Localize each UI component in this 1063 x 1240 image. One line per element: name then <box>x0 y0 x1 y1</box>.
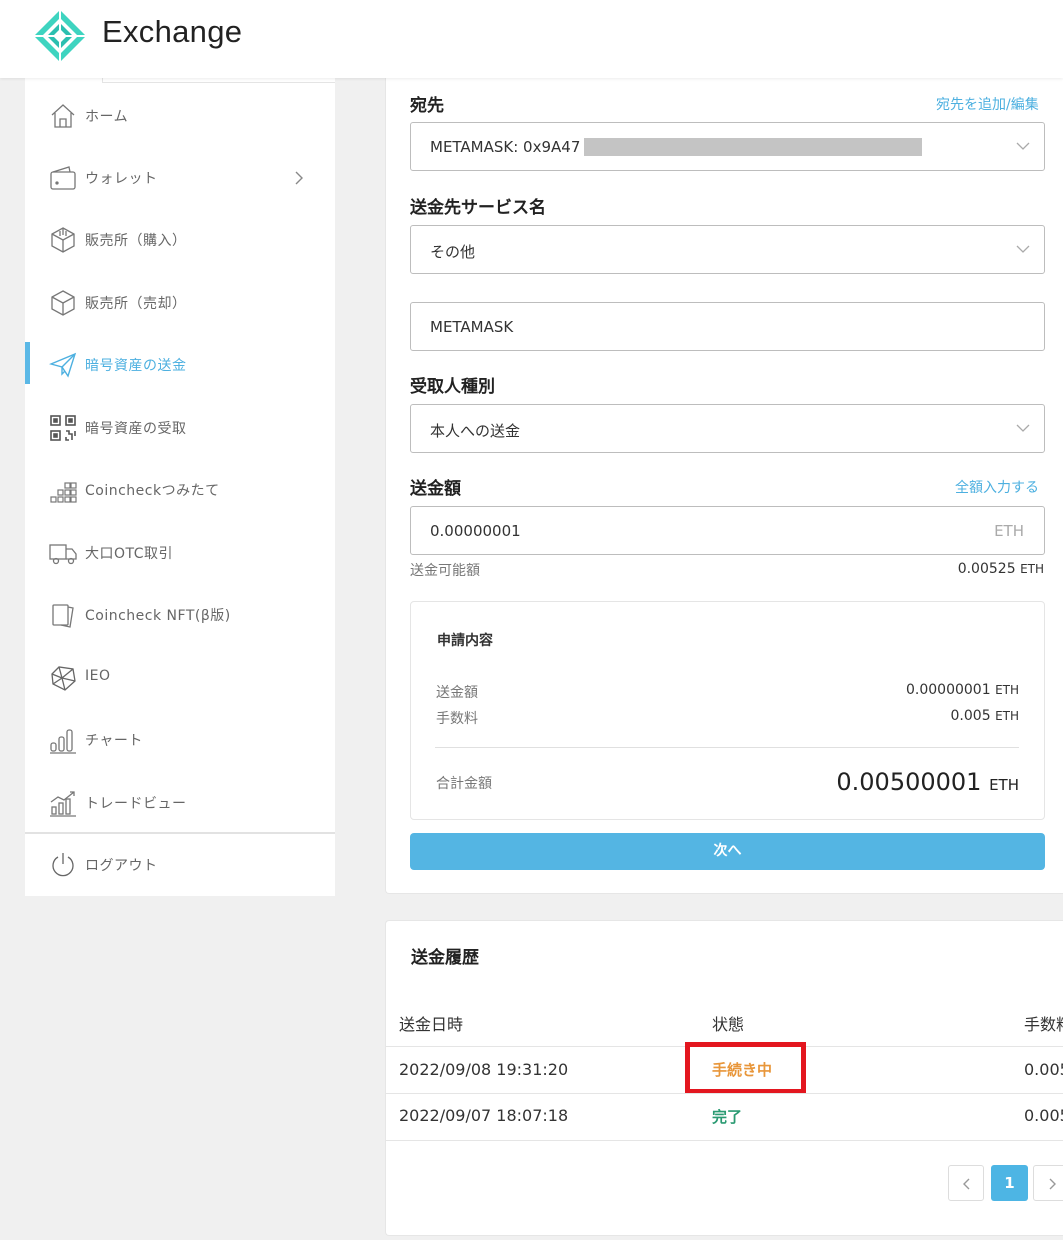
sidebar-item-home[interactable]: ホーム <box>25 91 335 141</box>
sidebar-item-tsumitate[interactable]: Coincheckつみたて <box>25 465 335 515</box>
summary-total-label: 合計金額 <box>436 776 492 792</box>
summary-amount-value: 0.00000001 ETH <box>905 682 1019 698</box>
summary-amount-label: 送金額 <box>436 685 478 701</box>
row-date: 2022/09/08 19:31:20 <box>399 1060 569 1079</box>
stacked-coins-icon <box>50 482 77 503</box>
summary-fee-value: 0.005 ETH <box>950 708 1019 724</box>
home-icon <box>51 104 75 128</box>
recipient-type-label: 受取人種別 <box>410 377 495 397</box>
summary-title: 申請内容 <box>437 633 493 649</box>
service-name-value: METAMASK <box>430 318 514 336</box>
amount-label: 送金額 <box>410 479 461 499</box>
row-date: 2022/09/07 18:07:18 <box>399 1106 569 1125</box>
sidebar-item-nft[interactable]: Coincheck NFT(β版) <box>25 590 335 640</box>
highlight-annotation <box>685 1042 806 1094</box>
sidebar-item-receive[interactable]: 暗号資産の受取 <box>25 403 335 453</box>
gem-icon <box>51 666 76 691</box>
qr-code-icon <box>50 415 76 441</box>
sidebar-item-label: トレードビュー <box>85 796 187 812</box>
pagination-prev-button[interactable] <box>948 1165 984 1201</box>
sidebar: ホーム ウォレット 販売所（購入） 販売所（売却） 暗号資産の送金 暗号資産の受… <box>25 78 335 896</box>
max-amount-link[interactable]: 全額入力する <box>955 477 1039 497</box>
row-fee: 0.005 <box>1024 1106 1063 1125</box>
column-header-date: 送金日時 <box>399 1015 464 1034</box>
sidebar-item-otc[interactable]: 大口OTC取引 <box>25 528 335 578</box>
sidebar-item-label: 販売所（売却） <box>85 296 187 312</box>
status-badge: 完了 <box>712 1108 743 1126</box>
row-divider <box>386 1140 1063 1141</box>
wallet-icon <box>50 166 76 190</box>
sidebar-item-label: 暗号資産の送金 <box>85 358 187 374</box>
chevron-right-icon <box>1049 1178 1056 1190</box>
amount-input[interactable]: 0.00000001 ETH <box>410 506 1045 555</box>
recipient-type-select[interactable]: 本人への送金 <box>410 404 1045 453</box>
sidebar-item-label: 大口OTC取引 <box>85 546 174 562</box>
brand-name: Exchange <box>102 14 243 49</box>
available-label: 送金可能額 <box>410 563 480 579</box>
bar-chart-icon <box>50 729 76 754</box>
column-header-fee: 手数料 <box>1024 1015 1063 1034</box>
sidebar-item-label: ホーム <box>85 109 129 125</box>
chevron-down-icon <box>1016 424 1030 432</box>
paper-plane-icon <box>49 352 77 378</box>
summary-total-value: 0.00500001 ETH <box>836 768 1019 796</box>
available-value: 0.00525 ETH <box>957 561 1044 577</box>
power-icon <box>52 853 74 877</box>
column-header-status: 状態 <box>712 1015 745 1034</box>
edit-destination-link[interactable]: 宛先を追加/編集 <box>936 94 1039 114</box>
sidebar-item-label: 暗号資産の受取 <box>85 421 187 437</box>
sidebar-item-label: ウォレット <box>85 171 158 187</box>
pagination-next-button[interactable] <box>1033 1165 1063 1201</box>
sidebar-item-sell[interactable]: 販売所（売却） <box>25 278 335 328</box>
destination-label: 宛先 <box>410 96 444 116</box>
pagination-page-current[interactable]: 1 <box>991 1165 1028 1201</box>
history-title: 送金履歴 <box>411 948 479 968</box>
sidebar-item-label: Coincheck NFT(β版) <box>85 608 231 624</box>
amount-value: 0.00000001 <box>430 522 521 540</box>
sidebar-item-label: チャート <box>85 733 143 749</box>
amount-unit: ETH <box>994 522 1024 540</box>
sidebar-item-logout[interactable]: ログアウト <box>25 840 335 890</box>
sidebar-search-stub <box>102 78 335 83</box>
summary-divider <box>435 747 1019 748</box>
chevron-down-icon <box>1016 245 1030 253</box>
service-value: その他 <box>430 243 476 261</box>
trade-chart-icon <box>50 791 76 817</box>
chevron-left-icon <box>963 1178 970 1190</box>
recipient-type-value: 本人への送金 <box>430 422 521 440</box>
nft-card-icon <box>52 604 74 628</box>
redacted-address <box>584 138 922 156</box>
sidebar-divider <box>25 832 335 834</box>
sidebar-item-label: IEO <box>85 668 111 684</box>
top-header: Exchange <box>0 0 1063 78</box>
service-name-input[interactable]: METAMASK <box>410 302 1045 351</box>
sidebar-item-send[interactable]: 暗号資産の送金 <box>25 340 335 390</box>
sidebar-item-wallet[interactable]: ウォレット <box>25 153 335 203</box>
sidebar-item-label: Coincheckつみたて <box>85 483 220 499</box>
sidebar-item-ieo[interactable]: IEO <box>25 653 335 703</box>
row-fee: 0.005 <box>1024 1060 1063 1079</box>
chevron-down-icon <box>1016 142 1030 150</box>
logo-icon[interactable] <box>34 10 86 62</box>
truck-icon <box>49 544 77 565</box>
next-button[interactable]: 次へ <box>410 833 1045 870</box>
sidebar-item-chart[interactable]: チャート <box>25 715 335 765</box>
row-divider <box>386 1093 1063 1094</box>
box-sell-icon <box>51 290 75 316</box>
box-buy-icon <box>51 227 75 253</box>
sidebar-item-label: 販売所（購入） <box>85 233 187 249</box>
sidebar-item-tradeview[interactable]: トレードビュー <box>25 778 335 828</box>
destination-value: METAMASK: 0x9A47 <box>430 138 581 156</box>
sidebar-item-label: ログアウト <box>85 858 158 874</box>
service-label: 送金先サービス名 <box>410 198 546 218</box>
chevron-right-icon <box>295 171 303 185</box>
sidebar-item-buy[interactable]: 販売所（購入） <box>25 215 335 265</box>
summary-fee-label: 手数料 <box>436 711 478 727</box>
service-select[interactable]: その他 <box>410 225 1045 274</box>
